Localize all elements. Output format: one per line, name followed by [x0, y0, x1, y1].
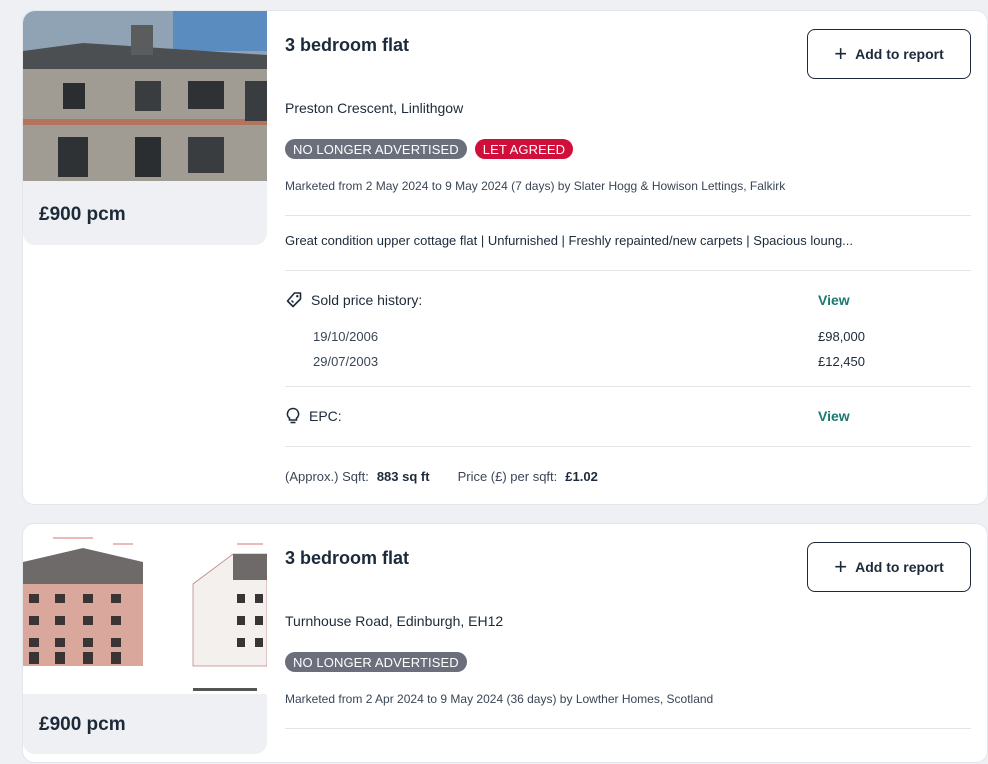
add-to-report-label: Add to report [855, 46, 944, 62]
listing-media: £900 pcm [23, 524, 267, 754]
epc-view-link[interactable]: View [818, 408, 850, 424]
add-to-report-button[interactable]: + Add to report [807, 29, 971, 79]
sold-price: £98,000 [818, 329, 865, 344]
sold-history-label: Sold price history: [285, 291, 422, 309]
listing-address: Turnhouse Road, Edinburgh, EH12 [285, 613, 504, 629]
tag-icon [286, 292, 302, 308]
listing-description: Great condition upper cottage flat | Unf… [285, 233, 854, 248]
status-badges: NO LONGER ADVERTISED [285, 652, 467, 672]
divider [285, 386, 971, 387]
divider [285, 215, 971, 216]
listing-content: 3 bedroom flat + Add to report Preston C… [285, 11, 971, 506]
add-to-report-label: Add to report [855, 559, 944, 575]
status-badges: NO LONGER ADVERTISED LET AGREED [285, 139, 574, 159]
marketed-info: Marketed from 2 Apr 2024 to 9 May 2024 (… [285, 692, 714, 706]
sold-history-view-link[interactable]: View [818, 292, 850, 308]
listing-stats: (Approx.) Sqft: 883 sq ft Price (£) per … [285, 469, 598, 484]
epc-text: EPC: [309, 408, 342, 424]
listing-media: £900 pcm [23, 11, 267, 245]
epc-label: EPC: [285, 407, 342, 425]
lightbulb-icon [286, 407, 300, 424]
property-photo[interactable] [23, 524, 267, 694]
divider [285, 270, 971, 271]
sold-history-text: Sold price history: [311, 292, 423, 308]
price-per-sqft-label: Price (£) per sqft: [457, 469, 558, 484]
price-per-sqft-value: £1.02 [565, 469, 598, 484]
let-agreed-badge: LET AGREED [474, 139, 574, 159]
listing-card[interactable]: £900 pcm 3 bedroom flat + Add to report … [22, 523, 988, 763]
sqft-label: (Approx.) Sqft: [285, 469, 369, 484]
property-photo[interactable] [23, 11, 267, 181]
plus-icon: + [834, 41, 848, 66]
rent-price: £900 pcm [39, 714, 126, 735]
sold-price: £12,450 [818, 354, 865, 369]
sold-date: 29/07/2003 [313, 354, 379, 369]
sold-date: 19/10/2006 [313, 329, 379, 344]
listing-content: 3 bedroom flat + Add to report Turnhouse… [285, 524, 971, 764]
divider [285, 728, 971, 729]
listing-address: Preston Crescent, Linlithgow [285, 100, 464, 116]
sqft-value: 883 sq ft [376, 469, 430, 484]
marketed-info: Marketed from 2 May 2024 to 9 May 2024 (… [285, 179, 786, 193]
add-to-report-button[interactable]: + Add to report [807, 542, 971, 592]
rent-price: £900 pcm [39, 204, 126, 225]
status-badge: NO LONGER ADVERTISED [285, 652, 467, 672]
listing-card[interactable]: £900 pcm 3 bedroom flat + Add to report … [22, 10, 988, 505]
listing-title[interactable]: 3 bedroom flat [285, 35, 409, 56]
status-badge: NO LONGER ADVERTISED [285, 139, 467, 159]
listing-title[interactable]: 3 bedroom flat [285, 548, 409, 569]
plus-icon: + [834, 554, 848, 579]
divider [285, 446, 971, 447]
